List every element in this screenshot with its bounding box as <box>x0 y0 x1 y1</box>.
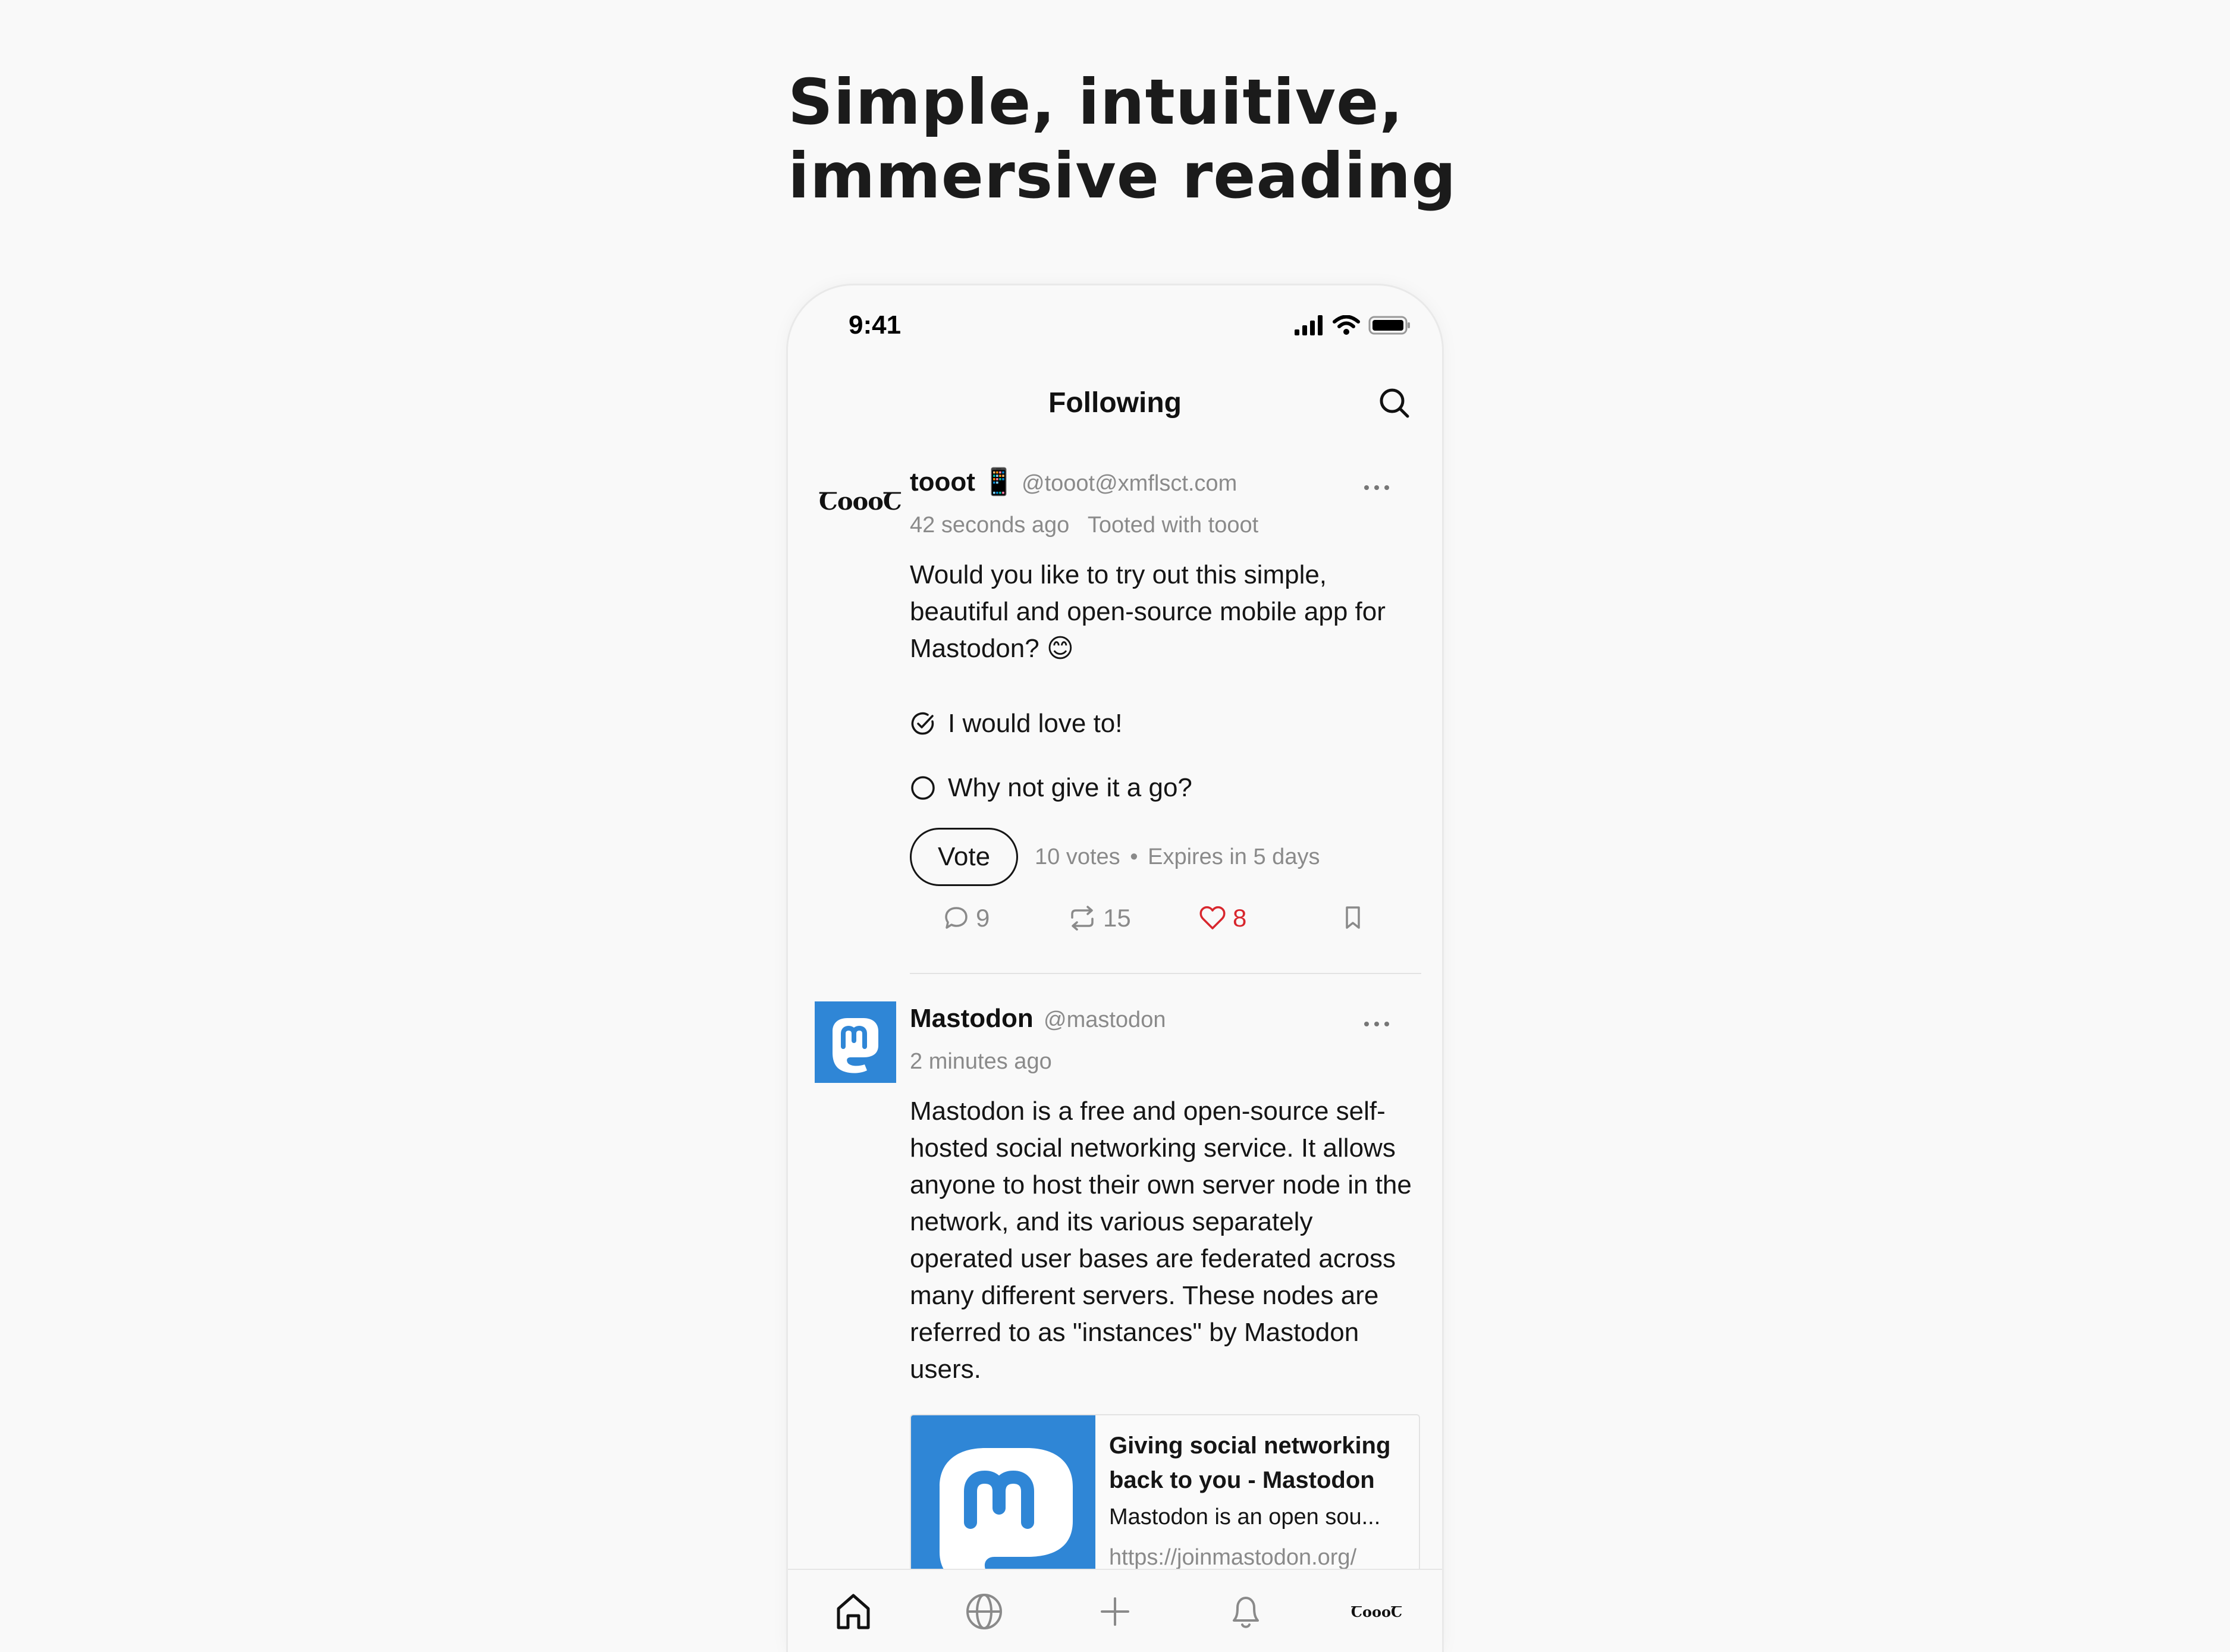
avatar[interactable]: ꞆoooꞆ <box>819 488 902 516</box>
post-author-name[interactable]: Mastodon <box>910 1004 1034 1034</box>
bookmark-button[interactable] <box>1341 904 1365 931</box>
reply-icon <box>945 907 968 929</box>
tab-home[interactable] <box>830 1588 877 1635</box>
timeline-header: Following <box>788 369 1442 434</box>
poll-meta: 10 votes • Expires in 5 days <box>1035 844 1320 870</box>
search-button[interactable] <box>1377 385 1412 421</box>
poll-option-1[interactable]: I would love to! <box>910 709 1123 739</box>
post-author-name[interactable]: tooot 📱 <box>910 466 1015 497</box>
heart-icon <box>1199 906 1226 929</box>
check-circle-icon <box>911 712 934 735</box>
tab-notifications[interactable] <box>1222 1588 1270 1635</box>
post-content: Mastodon is a free and open-source self-… <box>910 1097 1412 1384</box>
post-divider <box>910 973 1421 974</box>
boost-button[interactable]: 15 <box>1067 904 1131 932</box>
post-content: Would you like to try out this simple, b… <box>910 560 1386 663</box>
bell-icon <box>1233 1597 1259 1628</box>
status-icons <box>1295 315 1411 335</box>
status-time: 9:41 <box>849 310 902 340</box>
home-icon <box>837 1594 870 1629</box>
favourite-count: 8 <box>1233 904 1247 932</box>
battery-icon <box>1368 316 1410 335</box>
search-icon <box>1380 388 1409 418</box>
link-url: https://joinmastodon.org/ <box>1109 1545 1357 1570</box>
post-author-handle[interactable]: @tooot@xmflsct.com <box>1022 471 1237 497</box>
post-meta: 42 seconds ago Tooted with tooot <box>910 513 1258 538</box>
cellular-signal-icon <box>1295 315 1323 335</box>
boost-count: 15 <box>1103 904 1131 932</box>
wifi-icon <box>1333 315 1360 335</box>
favourite-button[interactable]: 8 <box>1198 904 1246 932</box>
post-timestamp[interactable]: 2 minutes ago <box>910 1049 1052 1075</box>
link-description: Mastodon is an open sou... <box>1109 1505 1381 1529</box>
poll-option-label: I would love to! <box>948 709 1123 738</box>
more-options-icon[interactable] <box>1362 482 1392 494</box>
tooot-logo: ꞆoooꞆ <box>1350 1603 1403 1620</box>
more-options-icon[interactable] <box>1362 1018 1392 1030</box>
post-actions: 9 15 8 <box>910 904 1421 940</box>
radio-circle-icon <box>911 776 935 800</box>
poll-votes: 10 votes <box>1035 844 1120 869</box>
poll-expiry: Expires in 5 days <box>1148 844 1320 869</box>
poll-option-label: Why not give it a go? <box>948 773 1192 802</box>
mastodon-logo-icon <box>833 1018 878 1073</box>
phone-frame: 9:41 Following ꞆoooꞆ tooot 📱 @tooot@xmfl… <box>788 285 1442 1652</box>
phone-emoji: 📱 <box>982 467 1015 497</box>
vote-button[interactable]: Vote <box>910 828 1018 886</box>
bookmark-icon <box>1346 906 1360 929</box>
post-client[interactable]: Tooted with tooot <box>1088 513 1258 538</box>
page-title: Following <box>1048 387 1182 419</box>
link-title: Giving social networking back to you - M… <box>1109 1433 1391 1493</box>
tab-profile[interactable]: ꞆoooꞆ <box>1350 1588 1403 1635</box>
globe-icon <box>966 1594 1002 1629</box>
tab-explore[interactable] <box>960 1588 1008 1635</box>
tab-compose[interactable] <box>1091 1588 1139 1635</box>
reply-count: 9 <box>976 904 990 932</box>
post-author-name-text: tooot <box>910 467 975 497</box>
reply-button[interactable]: 9 <box>943 904 990 932</box>
poll-separator: • <box>1130 844 1138 869</box>
boost-icon <box>1071 906 1094 931</box>
marketing-headline: Simple, intuitive, immersive reading <box>788 65 1680 213</box>
avatar[interactable] <box>815 1001 896 1083</box>
bottom-tab-bar: ꞆoooꞆ <box>788 1569 1442 1652</box>
plus-icon <box>1101 1597 1129 1626</box>
post-timestamp[interactable]: 42 seconds ago <box>910 513 1069 538</box>
status-bar: 9:41 <box>788 285 1442 369</box>
poll-option-2[interactable]: Why not give it a go? <box>910 773 1192 803</box>
headline-line-2: immersive reading <box>788 140 1457 212</box>
post-author-handle[interactable]: @mastodon <box>1044 1007 1166 1033</box>
headline-line-1: Simple, intuitive, <box>788 66 1404 139</box>
